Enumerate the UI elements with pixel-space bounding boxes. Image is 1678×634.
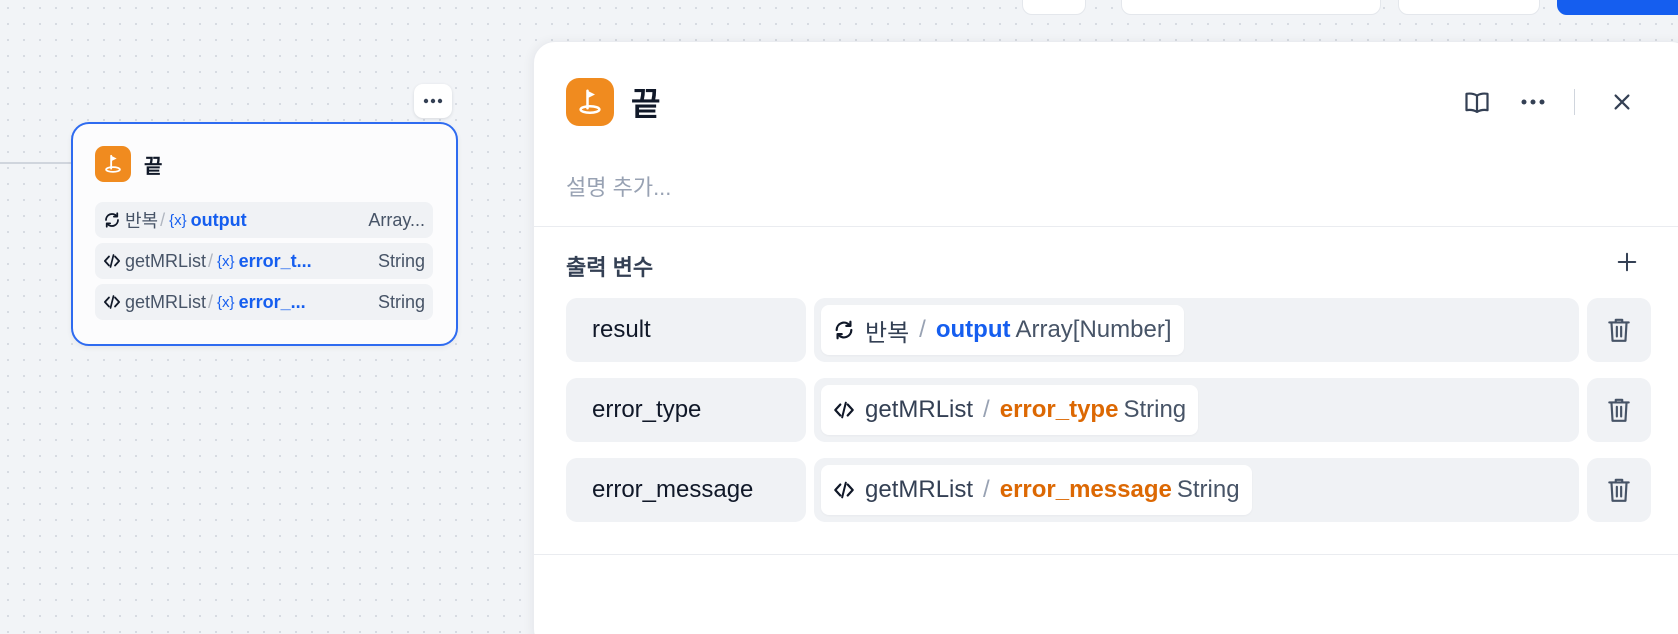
- row-separator: /: [160, 209, 166, 230]
- toolbar-button-2[interactable]: [1121, 0, 1381, 15]
- end-node-icon: [95, 146, 131, 182]
- row-variable: error_...: [238, 291, 306, 312]
- output-value-selector[interactable]: getMRList / error_message String: [814, 458, 1579, 522]
- code-icon: [103, 293, 121, 311]
- chip-separator: /: [983, 396, 990, 423]
- chip-source: 반복: [865, 319, 910, 347]
- chip-type: Array[Number]: [1015, 316, 1172, 343]
- delete-output-button[interactable]: [1587, 458, 1651, 522]
- row-separator: /: [208, 291, 214, 312]
- row-variable: error_t...: [238, 250, 312, 271]
- chip-type: String: [1176, 476, 1240, 503]
- chip-type: String: [1123, 396, 1187, 423]
- panel-title[interactable]: 끝: [631, 79, 660, 125]
- chip-source: getMRList: [865, 396, 974, 423]
- publish-button[interactable]: [1557, 0, 1678, 15]
- row-type: Array...: [368, 209, 425, 230]
- panel-toolbar: [1460, 85, 1639, 119]
- trash-icon: [1608, 398, 1630, 422]
- node-more-button[interactable]: [414, 84, 452, 118]
- row-source: getMRList: [125, 291, 207, 312]
- more-dots-icon: [423, 98, 443, 104]
- toolbar-button-1[interactable]: [1022, 0, 1086, 15]
- chip-variable: error_message: [999, 476, 1172, 503]
- chip-variable: error_type: [999, 396, 1119, 423]
- output-variable-row: result 반복 / output Array[Number]: [566, 298, 1678, 362]
- description-input[interactable]: 설명 추가...: [566, 170, 671, 202]
- node-title: 끝: [144, 155, 163, 178]
- output-variable-row: error_type getMRList / error_type String: [566, 378, 1678, 442]
- panel-header: 끝: [566, 78, 660, 126]
- row-separator: /: [208, 250, 214, 271]
- loop-icon: [833, 319, 855, 341]
- node-output-row: 반복 / {x} output Array...: [95, 202, 433, 238]
- code-icon: [103, 252, 121, 270]
- node-header: 끝: [95, 146, 162, 182]
- close-button[interactable]: [1605, 85, 1639, 119]
- docs-button[interactable]: [1460, 85, 1494, 119]
- connection-edge: [0, 162, 72, 164]
- flag-icon: [105, 154, 121, 173]
- variable-icon: {x}: [169, 211, 187, 229]
- flag-icon: [579, 89, 601, 114]
- variable-icon: {x}: [217, 293, 235, 311]
- close-icon: [1614, 94, 1630, 110]
- chip-separator: /: [983, 476, 990, 503]
- chip-variable: output: [935, 316, 1011, 343]
- add-output-button[interactable]: [1612, 247, 1642, 277]
- book-open-icon: [1465, 92, 1489, 114]
- more-dots-icon: [1521, 99, 1545, 105]
- divider: [534, 554, 1678, 555]
- loop-icon: [103, 211, 121, 229]
- trash-icon: [1608, 318, 1630, 342]
- variable-reference-chip: 반복 / output Array[Number]: [821, 305, 1184, 355]
- row-source: getMRList: [125, 250, 207, 271]
- row-source: 반복: [125, 211, 159, 231]
- delete-output-button[interactable]: [1587, 378, 1651, 442]
- code-icon: [833, 399, 855, 421]
- output-name-input[interactable]: error_type: [566, 378, 806, 442]
- delete-output-button[interactable]: [1587, 298, 1651, 362]
- divider: [534, 226, 1678, 227]
- row-type: String: [377, 250, 425, 271]
- toolbar-divider: [1574, 89, 1575, 115]
- variable-reference-chip: getMRList / error_type String: [821, 385, 1199, 435]
- variable-icon: {x}: [217, 252, 235, 270]
- variable-reference-chip: getMRList / error_message String: [821, 465, 1252, 515]
- row-variable: output: [190, 209, 247, 230]
- output-name-input[interactable]: error_message: [566, 458, 806, 522]
- output-variable-row: error_message getMRList / error_message …: [566, 458, 1678, 522]
- chip-separator: /: [919, 316, 926, 343]
- toolbar-button-3[interactable]: [1398, 0, 1540, 15]
- output-name-input[interactable]: result: [566, 298, 806, 362]
- panel-more-button[interactable]: [1516, 85, 1550, 119]
- end-node-icon: [566, 78, 614, 126]
- row-type: String: [377, 291, 425, 312]
- node-output-row: getMRList / {x} error_... String: [95, 284, 433, 320]
- chip-source: getMRList: [865, 476, 974, 503]
- code-icon: [833, 479, 855, 501]
- trash-icon: [1608, 478, 1630, 502]
- end-node[interactable]: 끝 반복 / {x} output Array... getMRList / {…: [71, 122, 458, 346]
- node-settings-panel: 끝 설명 추가... 출력 변수 result 반복 / output Arra…: [533, 41, 1678, 634]
- section-title: 출력 변수: [566, 255, 654, 280]
- output-value-selector[interactable]: 반복 / output Array[Number]: [814, 298, 1579, 362]
- plus-icon: [1617, 252, 1637, 272]
- output-value-selector[interactable]: getMRList / error_type String: [814, 378, 1579, 442]
- node-output-row: getMRList / {x} error_t... String: [95, 243, 433, 279]
